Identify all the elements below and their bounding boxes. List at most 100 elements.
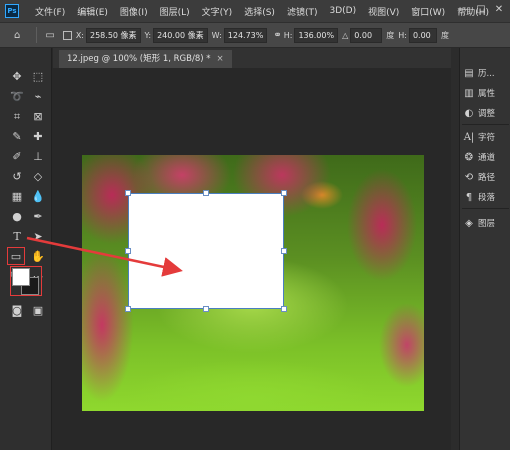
options-bar: ⌂ ▭ X: 258.50 像素 Y: 240.00 像素 W: 124.73%… (0, 22, 510, 48)
paths-icon: ⟲ (464, 171, 474, 183)
transform-handle-top-left[interactable] (125, 190, 131, 196)
document-tab[interactable]: 12.jpeg @ 100% (矩形 1, RGB/8) * × (59, 50, 232, 68)
reference-point-checkbox[interactable] (62, 30, 72, 40)
panel-label: 字符 (478, 133, 496, 143)
marquee-tool-icon[interactable]: ⬚ (29, 68, 47, 86)
document-tab-label: 12.jpeg @ 100% (矩形 1, RGB/8) * (67, 54, 211, 64)
tool-preset-icon[interactable]: ▭ (45, 30, 54, 41)
home-icon[interactable]: ⌂ (14, 30, 20, 41)
crop-tool-icon[interactable]: ⌗ (8, 108, 26, 126)
properties-icon: ▥ (464, 87, 474, 99)
panel-layers[interactable]: ◈ 图层 (463, 214, 509, 232)
hskew-label: H: (398, 30, 407, 40)
w-field[interactable]: 124.73% (223, 27, 268, 43)
maximize-button[interactable]: □ (474, 3, 488, 17)
transform-handle-bottom-right[interactable] (281, 306, 287, 312)
adjustments-icon: ◐ (464, 107, 474, 119)
transform-handle-bottom[interactable] (203, 306, 209, 312)
panel-label: 调整 (478, 109, 496, 119)
menu-window[interactable]: 窗口(W) (411, 5, 445, 18)
gradient-tool-icon[interactable]: ▦ (8, 188, 26, 206)
frame-tool-icon[interactable]: ⊠ (29, 108, 47, 126)
panel-properties[interactable]: ▥ 属性 (463, 84, 509, 102)
menu-3d[interactable]: 3D(D) (329, 6, 356, 16)
panel-label: 历... (478, 69, 495, 79)
menu-layer[interactable]: 图层(L) (160, 5, 190, 18)
paragraph-icon: ¶ (465, 191, 473, 203)
quick-mask-icon[interactable]: ◙ (8, 302, 26, 320)
h-field[interactable]: 136.00% (294, 27, 339, 43)
history-brush-tool-icon[interactable]: ↺ (8, 168, 26, 186)
transform-handle-top-right[interactable] (281, 190, 287, 196)
path-selection-tool-icon[interactable]: ➤ (29, 228, 47, 246)
menu-view[interactable]: 视图(V) (368, 5, 399, 18)
h-label: H: (283, 30, 293, 40)
panel-label: 图层 (478, 219, 496, 229)
panel-dock-strip (451, 48, 459, 450)
menu-select[interactable]: 选择(S) (244, 5, 275, 18)
dodge-tool-icon[interactable]: ● (8, 208, 26, 226)
panel-paragraph[interactable]: ¶ 段落 (463, 188, 509, 206)
panel-divider (462, 208, 509, 209)
x-field[interactable]: 258.50 像素 (86, 27, 141, 43)
minimize-button[interactable]: — (456, 3, 470, 17)
transform-handle-left[interactable] (125, 248, 131, 254)
channels-icon: ❂ (464, 151, 474, 163)
eyedropper-tool-icon[interactable]: ✎ (8, 128, 26, 146)
lasso-tool-icon[interactable]: ➰ (8, 88, 26, 106)
menu-edit[interactable]: 编辑(E) (77, 5, 108, 18)
layers-icon: ◈ (465, 217, 473, 229)
panel-adjustments[interactable]: ◐ 调整 (463, 104, 509, 122)
menu-image[interactable]: 图像(I) (120, 5, 148, 18)
panel-paths[interactable]: ⟲ 路径 (463, 168, 509, 186)
y-field[interactable]: 240.00 像素 (153, 27, 208, 43)
healing-brush-tool-icon[interactable]: ✚ (29, 128, 47, 146)
close-button[interactable]: ✕ (492, 3, 506, 17)
panel-label: 通道 (478, 153, 496, 163)
transform-handle-right[interactable] (281, 248, 287, 254)
panel-channels[interactable]: ❂ 通道 (463, 148, 509, 166)
document-tab-bar: 12.jpeg @ 100% (矩形 1, RGB/8) * × (53, 48, 451, 68)
w-label: W: (211, 30, 222, 40)
panel-divider (462, 124, 509, 125)
angle-label: △ (342, 30, 349, 40)
tools-panel: ✥ ⬚ ➰ ⌁ ⌗ ⊠ ✎ ✚ ✐ ⊥ ↺ ◇ ▦ 💧 ● ✒ T ➤ ▭ ✋ … (0, 48, 52, 450)
x-label: X: (75, 30, 84, 40)
link-icon[interactable]: ⚭ (273, 30, 281, 41)
color-swatches[interactable] (10, 266, 42, 296)
angle-field[interactable]: 0.00 (350, 27, 383, 43)
brush-tool-icon[interactable]: ✐ (8, 148, 26, 166)
transform-handle-top[interactable] (203, 190, 209, 196)
rectangle-tool-icon[interactable]: ▭ (7, 247, 25, 265)
character-icon: A| (463, 131, 475, 143)
transform-handle-bottom-left[interactable] (125, 306, 131, 312)
hand-tool-icon[interactable]: ✋ (29, 248, 47, 266)
angle-unit: 度 (386, 30, 395, 40)
menu-type[interactable]: 文字(Y) (202, 5, 233, 18)
quick-select-tool-icon[interactable]: ⌁ (29, 88, 47, 106)
photoshop-window: Ps 文件(F) 编辑(E) 图像(I) 图层(L) 文字(Y) 选择(S) 滤… (0, 0, 510, 450)
menu-file[interactable]: 文件(F) (35, 5, 65, 18)
panel-character[interactable]: A| 字符 (463, 128, 509, 146)
menu-filter[interactable]: 滤镜(T) (287, 5, 318, 18)
eraser-tool-icon[interactable]: ◇ (29, 168, 47, 186)
swatch-highlight-box (10, 266, 42, 296)
panel-history[interactable]: ▤ 历... (463, 64, 509, 82)
blur-tool-icon[interactable]: 💧 (29, 188, 47, 206)
collapsed-panels: ▤ 历... ▥ 属性 ◐ 调整 A| 字符 ❂ 通道 ⟲ 路径 ¶ 段落 ◈ … (459, 48, 510, 450)
pen-tool-icon[interactable]: ✒ (29, 208, 47, 226)
screen-mode-icon[interactable]: ▣ (29, 302, 47, 320)
panel-label: 路径 (478, 173, 496, 183)
clone-stamp-tool-icon[interactable]: ⊥ (29, 148, 47, 166)
history-icon: ▤ (464, 67, 474, 79)
photoshop-logo: Ps (5, 4, 19, 18)
rectangle-shape[interactable] (128, 193, 284, 309)
close-tab-icon[interactable]: × (217, 54, 224, 64)
panel-label: 段落 (478, 193, 496, 203)
y-label: Y: (144, 30, 152, 40)
options-divider (36, 27, 38, 43)
hskew-field[interactable]: 0.00 (408, 27, 437, 43)
move-tool-icon[interactable]: ✥ (8, 68, 26, 86)
hskew-unit: 度 (440, 30, 449, 40)
type-tool-icon[interactable]: T (8, 228, 26, 246)
